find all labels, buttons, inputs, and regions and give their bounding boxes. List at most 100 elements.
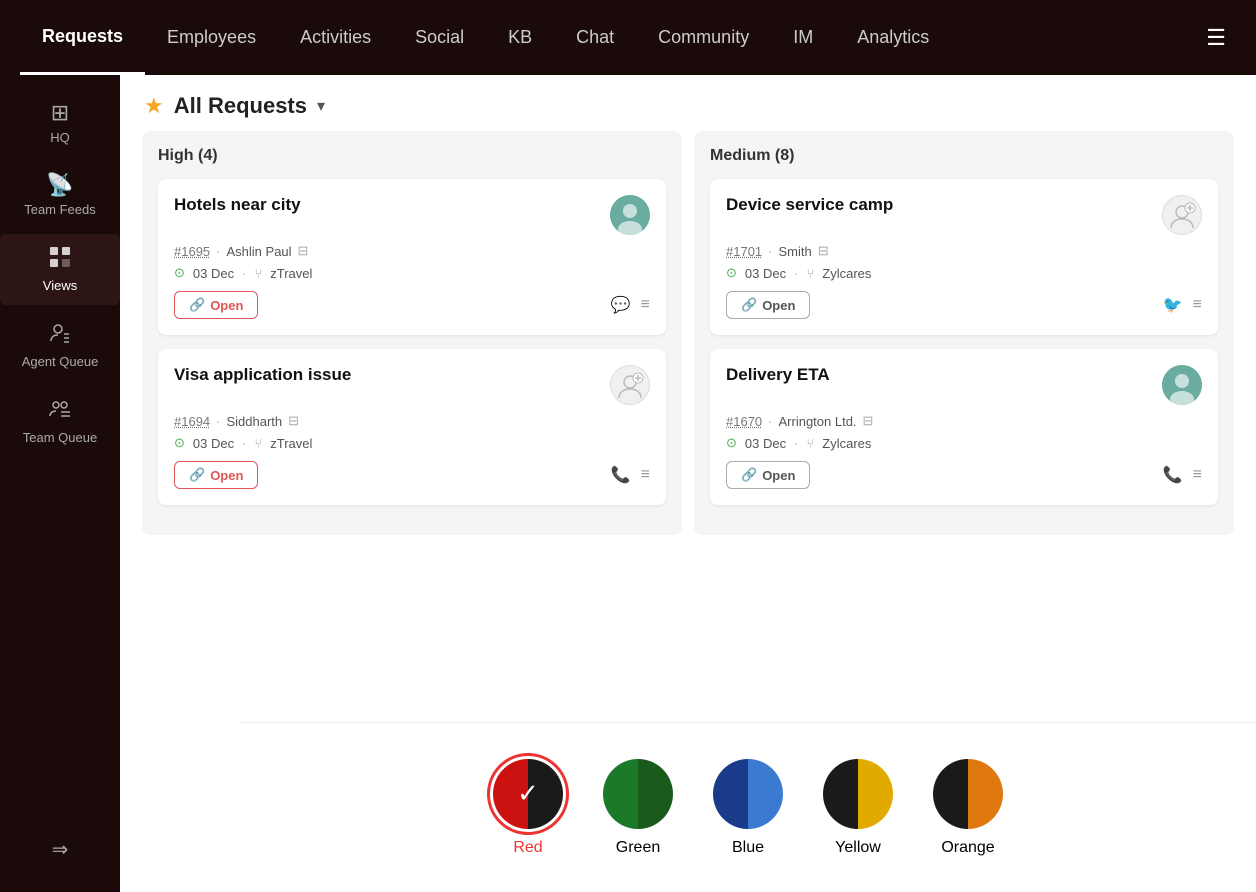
card-hotels-title: Hotels near city	[174, 195, 610, 215]
agent-name-device: Smith	[779, 244, 812, 259]
clock-icon-device: ⊙	[726, 265, 737, 281]
info-icon-delivery[interactable]: ⊟	[863, 413, 874, 429]
nav-item-social[interactable]: Social	[393, 0, 486, 75]
nav-item-requests[interactable]: Requests	[20, 0, 145, 75]
ticket-id-device: #1701	[726, 244, 762, 259]
nav-item-chat[interactable]: Chat	[554, 0, 636, 75]
avatar-ashlin	[610, 195, 650, 235]
date-hotels: 03 Dec	[193, 266, 234, 281]
theme-circle-orange[interactable]	[933, 759, 1003, 829]
sidebar-item-team-queue[interactable]: Team Queue	[0, 386, 120, 457]
check-icon-red: ✓	[493, 759, 563, 829]
clock-icon-delivery: ⊙	[726, 435, 737, 451]
theme-option-blue[interactable]: Blue	[713, 759, 783, 857]
card-delivery-title: Delivery ETA	[726, 365, 1162, 385]
date-device: 03 Dec	[745, 266, 786, 281]
nav-item-community[interactable]: Community	[636, 0, 771, 75]
theme-option-orange[interactable]: Orange	[933, 759, 1003, 857]
kanban-board: High (4) Hotels near city #1695 · Ashlin…	[120, 131, 1256, 551]
nav-item-im[interactable]: IM	[771, 0, 835, 75]
list-icon-delivery[interactable]: ≡	[1193, 466, 1202, 484]
list-icon-visa[interactable]: ≡	[641, 466, 650, 484]
twitter-icon-device[interactable]: 🐦	[1163, 295, 1183, 315]
avatar-placeholder-visa	[610, 365, 650, 405]
theme-option-red[interactable]: ✓ Red	[493, 759, 563, 857]
agent-name-hotels: Ashlin Paul	[227, 244, 292, 259]
branch-icon-visa: ⑂	[254, 436, 262, 451]
nav-item-kb[interactable]: KB	[486, 0, 554, 75]
card-device-service: Device service camp #1701 · Smith ⊟ ⊙ 03…	[710, 179, 1218, 335]
agent-name-delivery: Arrington Ltd.	[779, 414, 857, 429]
info-icon-hotels[interactable]: ⊟	[298, 243, 309, 259]
company-hotels: zTravel	[270, 266, 312, 281]
status-btn-device[interactable]: 🔗 Open	[726, 291, 810, 319]
nav-item-employees[interactable]: Employees	[145, 0, 278, 75]
phone-icon-delivery[interactable]: 📞	[1163, 465, 1183, 485]
theme-circle-red[interactable]: ✓	[493, 759, 563, 829]
column-medium-title: Medium (8)	[710, 147, 1218, 165]
team-queue-icon	[49, 398, 71, 424]
star-icon[interactable]: ★	[144, 93, 164, 119]
chat-icon-hotels[interactable]: 💬	[611, 295, 631, 315]
content-header: ★ All Requests ▾	[120, 75, 1256, 131]
nav-item-activities[interactable]: Activities	[278, 0, 393, 75]
team-feeds-icon: 📡	[46, 174, 73, 196]
app-body: ⊞ HQ 📡 Team Feeds Views	[0, 75, 1256, 892]
list-icon-hotels[interactable]: ≡	[641, 296, 650, 314]
status-btn-hotels[interactable]: 🔗 Open	[174, 291, 258, 319]
top-nav: Requests Employees Activities Social KB …	[0, 0, 1256, 75]
card-actions-device: 🐦 ≡	[1163, 295, 1202, 315]
column-high-title: High (4)	[158, 147, 666, 165]
sidebar-label-team-queue: Team Queue	[23, 430, 97, 445]
theme-circle-blue[interactable]	[713, 759, 783, 829]
info-icon-device[interactable]: ⊟	[818, 243, 829, 259]
nav-item-analytics[interactable]: Analytics	[835, 0, 951, 75]
company-device: Zylcares	[822, 266, 871, 281]
sidebar-item-hq[interactable]: ⊞ HQ	[0, 90, 120, 157]
branch-icon-delivery: ⑂	[806, 436, 814, 451]
hq-icon: ⊞	[51, 102, 69, 124]
link-icon-device: 🔗	[741, 297, 757, 313]
main-content: ★ All Requests ▾ High (4) Hotels near ci…	[120, 75, 1256, 892]
clock-icon-hotels: ⊙	[174, 265, 185, 281]
sidebar-label-views: Views	[43, 278, 77, 293]
theme-circle-yellow[interactable]	[823, 759, 893, 829]
link-icon-delivery: 🔗	[741, 467, 757, 483]
ticket-id-delivery: #1670	[726, 414, 762, 429]
date-delivery: 03 Dec	[745, 436, 786, 451]
info-icon-visa[interactable]: ⊟	[288, 413, 299, 429]
card-actions-hotels: 💬 ≡	[611, 295, 650, 315]
card-actions-visa: 📞 ≡	[611, 465, 650, 485]
expand-icon: ⇒	[52, 839, 69, 861]
views-icon	[49, 246, 71, 272]
hamburger-menu[interactable]: ☰	[1196, 25, 1236, 51]
theme-circle-green[interactable]	[603, 759, 673, 829]
status-btn-visa[interactable]: 🔗 Open	[174, 461, 258, 489]
sidebar-expand-button[interactable]: ⇒	[37, 822, 84, 877]
dropdown-arrow-icon[interactable]: ▾	[317, 96, 325, 116]
list-icon-device[interactable]: ≡	[1193, 296, 1202, 314]
avatar-arrington	[1162, 365, 1202, 405]
link-icon-visa: 🔗	[189, 467, 205, 483]
sidebar-item-team-feeds[interactable]: 📡 Team Feeds	[0, 162, 120, 229]
ticket-id-visa: #1694	[174, 414, 210, 429]
sidebar-item-views[interactable]: Views	[0, 234, 120, 305]
theme-option-yellow[interactable]: Yellow	[823, 759, 893, 857]
theme-label-green: Green	[616, 839, 660, 857]
card-visa-title: Visa application issue	[174, 365, 610, 385]
theme-option-green[interactable]: Green	[603, 759, 673, 857]
theme-label-yellow: Yellow	[835, 839, 881, 857]
clock-icon-visa: ⊙	[174, 435, 185, 451]
card-hotels-near-city: Hotels near city #1695 · Ashlin Paul ⊟ ⊙…	[158, 179, 666, 335]
theme-label-red: Red	[513, 839, 542, 857]
company-visa: zTravel	[270, 436, 312, 451]
ticket-id-hotels: #1695	[174, 244, 210, 259]
sidebar-item-agent-queue[interactable]: Agent Queue	[0, 310, 120, 381]
branch-icon-hotels: ⑂	[254, 266, 262, 281]
phone-icon-visa[interactable]: 📞	[611, 465, 631, 485]
sidebar-label-agent-queue: Agent Queue	[22, 354, 99, 369]
status-btn-delivery[interactable]: 🔗 Open	[726, 461, 810, 489]
column-high: High (4) Hotels near city #1695 · Ashlin…	[142, 131, 682, 535]
company-delivery: Zylcares	[822, 436, 871, 451]
avatar-placeholder-device	[1162, 195, 1202, 235]
